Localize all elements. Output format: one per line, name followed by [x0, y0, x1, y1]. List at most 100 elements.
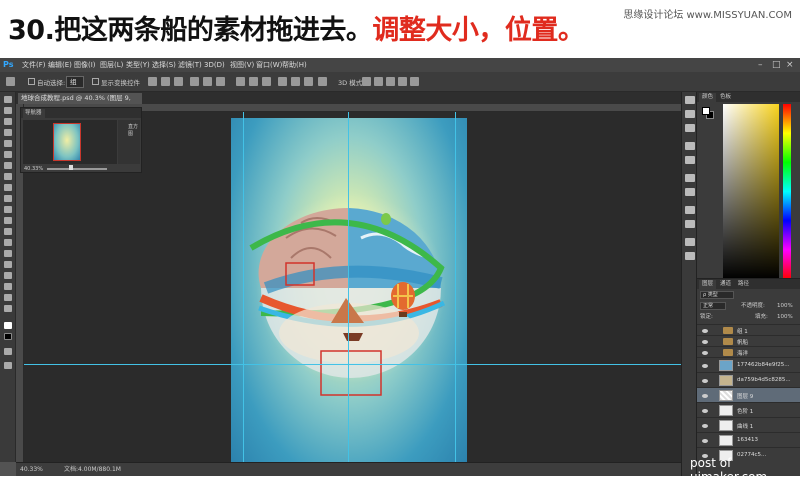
properties-icon[interactable]	[685, 110, 695, 118]
align-hcenter-icon[interactable]	[203, 77, 212, 86]
layer-row[interactable]: 163413	[697, 432, 800, 447]
info-icon[interactable]	[685, 96, 695, 104]
foreground-color-icon[interactable]	[4, 322, 12, 329]
guide-line-horizontal[interactable]	[24, 364, 681, 365]
align-right-icon[interactable]	[216, 77, 225, 86]
menu-file[interactable]: 文件(F)	[22, 58, 46, 72]
document-canvas[interactable]	[231, 118, 467, 462]
background-color-icon[interactable]	[4, 333, 12, 340]
distribute-left-icon[interactable]	[278, 77, 287, 86]
distribute-vcenter-icon[interactable]	[249, 77, 258, 86]
eyedropper-tool-icon[interactable]	[4, 151, 12, 158]
3d-scale-icon[interactable]	[410, 77, 419, 86]
lasso-tool-icon[interactable]	[4, 118, 12, 125]
tab-layers[interactable]: 图层	[699, 280, 717, 289]
menu-type[interactable]: 类型(Y)	[126, 58, 150, 72]
screen-mode-icon[interactable]	[4, 362, 12, 369]
menu-layer[interactable]: 图层(L)	[100, 58, 123, 72]
menu-filter[interactable]: 滤镜(T)	[178, 58, 202, 72]
blend-mode-select[interactable]: 正常	[700, 302, 726, 310]
marquee-tool-icon[interactable]	[4, 107, 12, 114]
crop-tool-icon[interactable]	[4, 140, 12, 147]
blur-tool-icon[interactable]	[4, 228, 12, 235]
tab-color[interactable]: 颜色	[699, 93, 717, 102]
timeline-icon[interactable]	[685, 252, 695, 260]
distribute-hcenter-icon[interactable]	[291, 77, 300, 86]
adjustments-icon[interactable]	[685, 174, 695, 182]
visibility-eye-icon[interactable]	[702, 379, 708, 383]
layer-group[interactable]: 帆船	[697, 335, 800, 346]
layer-row-selected[interactable]: 图层 9	[697, 387, 800, 402]
document-size-status[interactable]: 文档:4.00M/880.1M	[64, 463, 121, 476]
opacity-value[interactable]: 100%	[777, 301, 793, 311]
visibility-eye-icon[interactable]	[702, 351, 708, 355]
close-button[interactable]: ×	[786, 58, 794, 72]
align-left-icon[interactable]	[190, 77, 199, 86]
layer-filter-select[interactable]: ρ 类型	[700, 291, 734, 299]
type-tool-icon[interactable]	[4, 261, 12, 268]
visibility-eye-icon[interactable]	[702, 364, 708, 368]
layer-group[interactable]: 海洋	[697, 346, 800, 357]
tab-swatches[interactable]: 色板	[717, 93, 734, 102]
3d-slide-icon[interactable]	[398, 77, 407, 86]
menu-view[interactable]: 视图(V)	[230, 58, 254, 72]
visibility-eye-icon[interactable]	[702, 394, 708, 398]
menu-window[interactable]: 窗口(W)	[256, 58, 282, 72]
layer-row[interactable]: 曲线 1	[697, 417, 800, 432]
distribute-top-icon[interactable]	[236, 77, 245, 86]
paragraph-icon[interactable]	[685, 220, 695, 228]
navigator-zoom-slider[interactable]	[47, 168, 107, 170]
visibility-eye-icon[interactable]	[702, 329, 708, 333]
layer-row[interactable]: 177462b84e9f25...	[697, 357, 800, 372]
navigator-zoom-value[interactable]: 40.33%	[24, 166, 43, 172]
distribute-bottom-icon[interactable]	[262, 77, 271, 86]
navigator-tab[interactable]: 导航器	[23, 109, 45, 118]
visibility-eye-icon[interactable]	[702, 340, 708, 344]
navigator-preview[interactable]	[23, 120, 117, 164]
histogram-collapsed[interactable]: 直方图	[118, 120, 140, 164]
hue-slider[interactable]	[783, 104, 791, 279]
brush-presets-icon[interactable]	[685, 142, 695, 150]
character-icon[interactable]	[685, 238, 695, 246]
layer-row[interactable]: da759b4d5c8285...	[697, 372, 800, 387]
brush-panel-icon[interactable]	[685, 156, 695, 164]
show-transform-checkbox[interactable]	[92, 78, 99, 85]
minimize-button[interactable]: –	[758, 58, 763, 72]
layer-group[interactable]: 组 1	[697, 324, 800, 335]
foreground-swatch[interactable]	[702, 107, 710, 115]
navigator-thumbnail[interactable]	[53, 123, 81, 161]
menu-help[interactable]: 帮助(H)	[282, 58, 307, 72]
path-select-tool-icon[interactable]	[4, 272, 12, 279]
move-tool-icon[interactable]	[6, 77, 15, 86]
hand-tool-icon[interactable]	[4, 294, 12, 301]
guide-line-vertical[interactable]	[243, 112, 244, 462]
dodge-tool-icon[interactable]	[4, 239, 12, 246]
move-tool-icon[interactable]	[4, 96, 12, 103]
color-picker-field[interactable]	[723, 104, 779, 279]
guide-line-vertical[interactable]	[348, 112, 349, 462]
menu-select[interactable]: 选择(S)	[152, 58, 176, 72]
visibility-eye-icon[interactable]	[702, 424, 708, 428]
align-vcenter-icon[interactable]	[161, 77, 170, 86]
quick-mask-icon[interactable]	[4, 348, 12, 355]
visibility-eye-icon[interactable]	[702, 439, 708, 443]
document-tab[interactable]: 地球合成教程.psd @ 40.3% (图层 9, RGB/8) *	[18, 93, 142, 113]
fill-value[interactable]: 100%	[777, 312, 793, 322]
menu-edit[interactable]: 编辑(E)	[48, 58, 72, 72]
history-brush-tool-icon[interactable]	[4, 195, 12, 202]
align-top-icon[interactable]	[148, 77, 157, 86]
zoom-tool-icon[interactable]	[4, 305, 12, 312]
quick-select-tool-icon[interactable]	[4, 129, 12, 136]
maximize-button[interactable]: □	[772, 58, 781, 72]
tab-paths[interactable]: 路径	[735, 280, 752, 289]
healing-tool-icon[interactable]	[4, 162, 12, 169]
zoom-status[interactable]: 40.33%	[20, 463, 43, 476]
stamp-tool-icon[interactable]	[4, 184, 12, 191]
history-icon[interactable]	[685, 124, 695, 132]
pen-tool-icon[interactable]	[4, 250, 12, 257]
styles-icon[interactable]	[685, 188, 695, 196]
actions-icon[interactable]	[685, 206, 695, 214]
gradient-tool-icon[interactable]	[4, 217, 12, 224]
shape-tool-icon[interactable]	[4, 283, 12, 290]
menu-3d[interactable]: 3D(D)	[204, 58, 225, 72]
